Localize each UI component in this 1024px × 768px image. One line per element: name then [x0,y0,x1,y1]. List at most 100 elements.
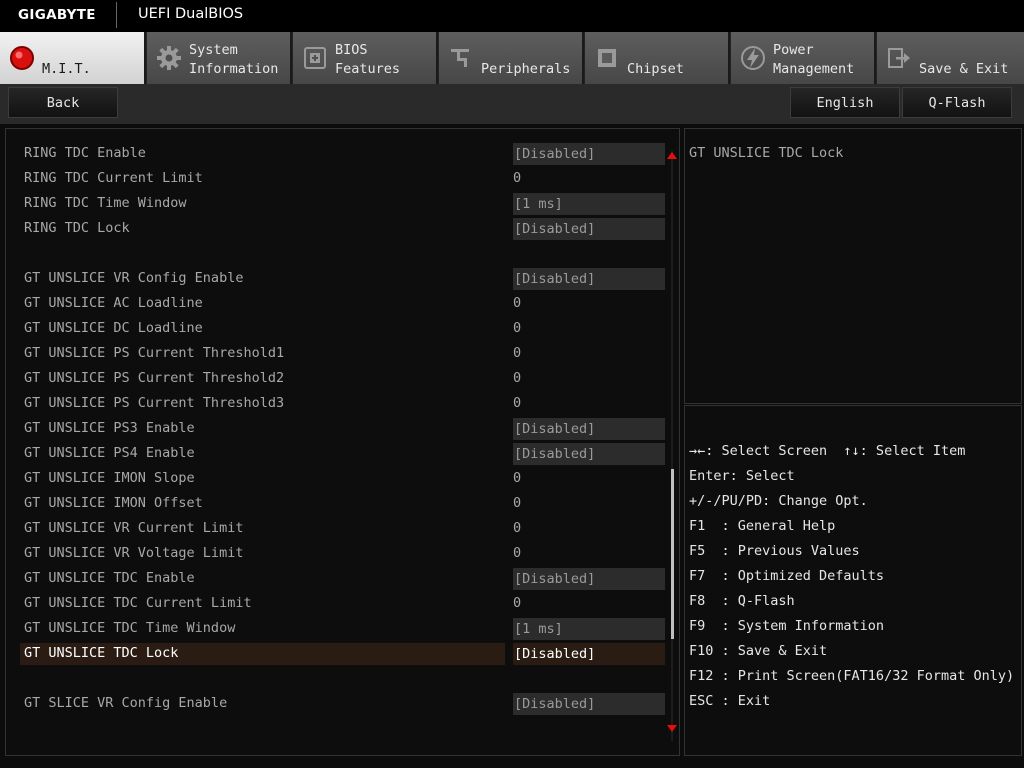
setting-label: GT UNSLICE IMON Offset [24,495,203,511]
setting-row[interactable]: GT UNSLICE PS Current Threshold1 0 [24,343,674,365]
setting-row[interactable]: GT UNSLICE PS Current Threshold2 0 [24,368,674,390]
setting-label: GT UNSLICE AC Loadline [24,295,203,311]
tab-save-exit[interactable]: Save & Exit [876,32,1024,84]
language-button[interactable]: English [790,87,900,118]
tab-system-information-line1: System [189,42,238,58]
setting-value[interactable]: 0 [513,320,521,336]
setting-row[interactable]: GT UNSLICE PS4 Enable [Disabled] [24,443,674,465]
setting-value[interactable]: 0 [513,495,521,511]
qflash-button[interactable]: Q-Flash [902,87,1012,118]
back-button[interactable]: Back [8,87,118,118]
setting-value[interactable]: 0 [513,595,521,611]
setting-label: GT UNSLICE TDC Enable [24,570,195,586]
setting-row[interactable]: GT UNSLICE TDC Time Window [1 ms] [24,618,674,640]
setting-row[interactable]: RING TDC Current Limit 0 [24,168,674,190]
setting-label: RING TDC Time Window [24,195,187,211]
setting-value-selector[interactable]: [Disabled] [513,643,665,665]
setting-value[interactable]: 0 [513,345,521,361]
setting-value[interactable]: 0 [513,170,521,186]
setting-row[interactable]: GT UNSLICE TDC Lock [Disabled] [20,643,674,665]
setting-row[interactable]: RING TDC Time Window [1 ms] [24,193,674,215]
setting-value[interactable]: 0 [513,545,521,561]
key-help-line: F5 : Previous Values [689,543,860,559]
gear-icon [156,45,182,71]
setting-value-selector[interactable]: [Disabled] [513,143,665,165]
setting-label: GT UNSLICE TDC Current Limit [24,595,252,611]
scroll-down-arrow-icon[interactable] [667,725,677,732]
scrollbar-track[interactable] [671,151,673,741]
key-help-panel: →←: Select Screen ↑↓: Select Item Enter: … [684,405,1022,756]
tab-chipset[interactable]: Chipset [584,32,728,84]
setting-label: GT UNSLICE PS Current Threshold1 [24,345,285,361]
setting-value-selector[interactable]: [1 ms] [513,618,665,640]
key-help-line: →←: Select Screen ↑↓: Select Item [689,443,966,459]
setting-value[interactable]: 0 [513,295,521,311]
key-help-line: F8 : Q-Flash [689,593,795,609]
setting-label: GT UNSLICE IMON Slope [24,470,195,486]
mit-icon [9,45,35,71]
setting-value-selector[interactable]: [Disabled] [513,418,665,440]
help-description: GT UNSLICE TDC Lock [689,145,844,161]
setting-row[interactable]: GT UNSLICE IMON Slope 0 [24,468,674,490]
setting-row[interactable]: GT UNSLICE AC Loadline 0 [24,293,674,315]
setting-row[interactable]: GT UNSLICE PS Current Threshold3 0 [24,393,674,415]
help-description-panel: GT UNSLICE TDC Lock [684,128,1022,404]
setting-value-selector[interactable]: [Disabled] [513,693,665,715]
tab-chipset-label: Chipset [627,61,684,77]
setting-value-selector[interactable]: [Disabled] [513,443,665,465]
tab-mit-label: M.I.T. [42,61,91,77]
setting-value-selector[interactable]: [Disabled] [513,568,665,590]
scrollbar-thumb[interactable] [671,469,674,639]
key-help-line: F7 : Optimized Defaults [689,568,885,584]
setting-label: RING TDC Current Limit [24,170,203,186]
setting-label: GT UNSLICE PS Current Threshold3 [24,395,285,411]
key-help-line: +/-/PU/PD: Change Opt. [689,493,868,509]
tab-save-exit-label: Save & Exit [919,61,1009,77]
setting-row[interactable]: GT UNSLICE DC Loadline 0 [24,318,674,340]
tab-power-management-line1: Power [773,42,814,58]
key-help-line: F12 : Print Screen(FAT16/32 Format Only) [689,668,1015,684]
tab-power-management[interactable]: Power Management [730,32,874,84]
setting-value-selector[interactable]: [Disabled] [513,268,665,290]
brand-divider [116,2,117,28]
key-help-line: F9 : System Information [689,618,885,634]
setting-row[interactable]: GT UNSLICE PS3 Enable [Disabled] [24,418,674,440]
setting-label: GT UNSLICE TDC Time Window [24,620,236,636]
settings-panel: RING TDC Enable [Disabled] RING TDC Curren… [5,128,680,756]
setting-value[interactable]: 0 [513,395,521,411]
setting-value[interactable]: 0 [513,520,521,536]
setting-row[interactable]: GT UNSLICE TDC Enable [Disabled] [24,568,674,590]
setting-label: RING TDC Lock [24,220,130,236]
tab-system-information[interactable]: System Information [146,32,290,84]
tab-system-information-line2: Information [189,61,279,77]
setting-value[interactable]: 0 [513,470,521,486]
setting-row[interactable]: RING TDC Enable [Disabled] [24,143,674,165]
brand-logo: GIGABYTE [18,7,96,23]
setting-value[interactable]: 0 [513,370,521,386]
setting-row[interactable]: GT SLICE VR Config Enable [Disabled] [24,693,674,715]
setting-row[interactable]: GT UNSLICE VR Config Enable [Disabled] [24,268,674,290]
tab-bios-features-line1: BIOS [335,42,368,58]
setting-row[interactable]: RING TDC Lock [Disabled] [24,218,674,240]
setting-row[interactable]: GT UNSLICE VR Current Limit 0 [24,518,674,540]
tab-power-management-line2: Management [773,61,855,77]
setting-row[interactable]: GT UNSLICE TDC Current Limit 0 [24,593,674,615]
setting-row[interactable]: GT UNSLICE IMON Offset 0 [24,493,674,515]
setting-label: GT UNSLICE DC Loadline [24,320,203,336]
setting-value-selector[interactable]: [Disabled] [513,218,665,240]
scroll-up-arrow-icon[interactable] [667,152,677,159]
tab-bios-features[interactable]: BIOS Features [292,32,436,84]
setting-label: GT UNSLICE PS4 Enable [24,445,195,461]
exit-icon [886,45,912,71]
setting-value-selector[interactable]: [1 ms] [513,193,665,215]
tab-peripherals[interactable]: Peripherals [438,32,582,84]
setting-label: GT UNSLICE VR Current Limit [24,520,244,536]
setting-label: RING TDC Enable [24,145,146,161]
tab-mit[interactable]: M.I.T. [0,32,144,84]
setting-row[interactable]: GT UNSLICE VR Voltage Limit 0 [24,543,674,565]
sub-toolbar: Back English Q-Flash [0,84,1024,124]
key-help-line: F1 : General Help [689,518,836,534]
setting-label: GT UNSLICE PS3 Enable [24,420,195,436]
main-tabs: M.I.T. System Information BIOS Features Pe… [0,32,1024,84]
tab-bios-features-line2: Features [335,61,401,77]
